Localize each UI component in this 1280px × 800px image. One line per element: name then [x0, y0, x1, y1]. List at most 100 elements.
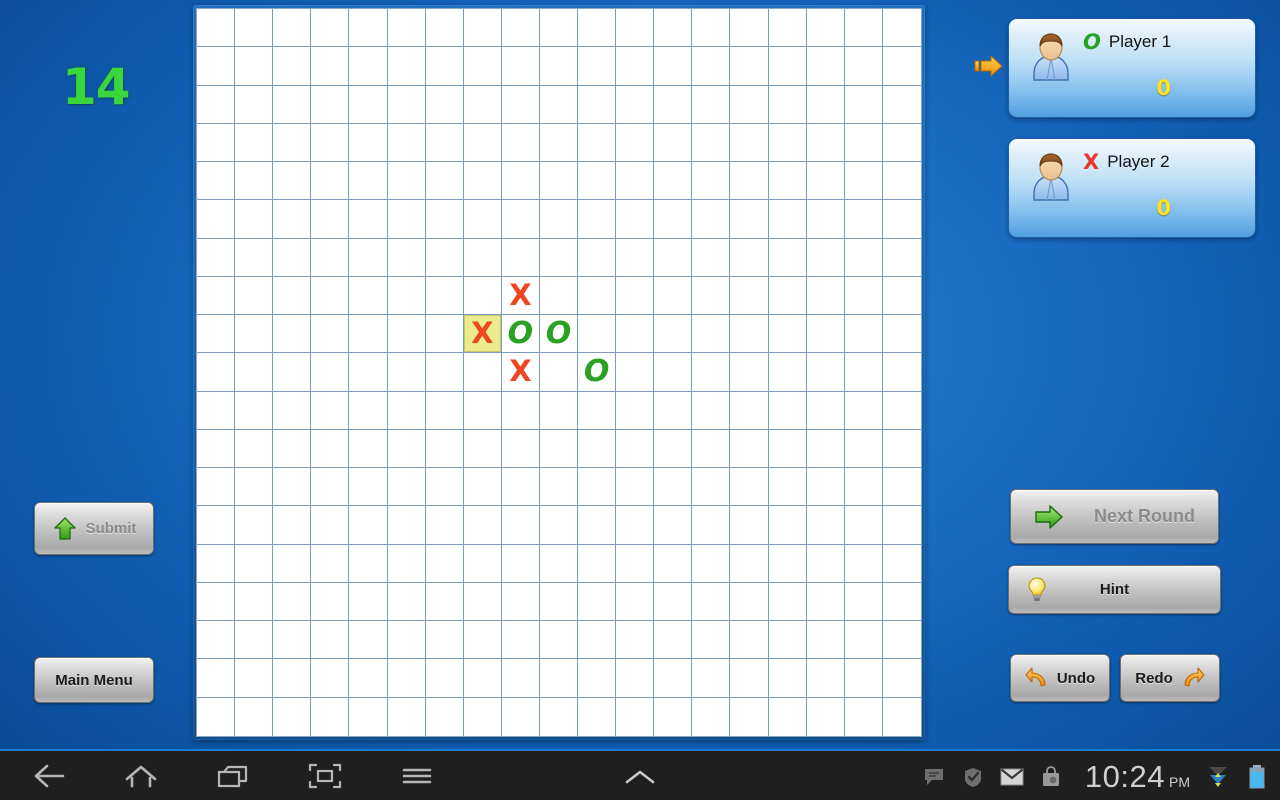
board-cell-14-17[interactable]	[844, 544, 883, 583]
board-cell-18-10[interactable]	[578, 697, 617, 736]
board-cell-1-8[interactable]	[501, 47, 540, 86]
board-cell-17-15[interactable]	[768, 659, 807, 698]
board-cell-16-11[interactable]	[616, 621, 655, 660]
board-cell-10-0[interactable]	[197, 391, 236, 430]
board-cell-11-3[interactable]	[311, 429, 350, 469]
board-cell-5-17[interactable]	[844, 200, 883, 239]
board-cell-5-11[interactable]	[616, 200, 655, 239]
board-cell-12-9[interactable]	[539, 468, 579, 507]
board-cell-13-3[interactable]	[311, 506, 350, 545]
board-cell-8-12[interactable]	[654, 315, 693, 354]
board-cell-16-16[interactable]	[806, 621, 845, 660]
board-cell-15-11[interactable]	[616, 582, 655, 622]
board-cell-0-1[interactable]	[235, 9, 274, 48]
board-cell-7-8[interactable]: X	[501, 276, 540, 316]
board-cell-4-1[interactable]	[235, 162, 274, 201]
board-cell-0-6[interactable]	[425, 9, 464, 48]
board-cell-10-2[interactable]	[273, 391, 312, 430]
board-cell-1-3[interactable]	[311, 47, 350, 86]
game-board[interactable]: XXOOXO	[196, 8, 922, 737]
board-cell-9-18[interactable]	[882, 353, 921, 392]
board-cell-8-3[interactable]	[311, 315, 350, 354]
board-cell-18-7[interactable]	[464, 697, 502, 736]
board-cell-14-4[interactable]	[349, 544, 388, 583]
board-cell-4-8[interactable]	[501, 162, 540, 201]
board-cell-16-6[interactable]	[425, 621, 464, 660]
board-cell-0-11[interactable]	[616, 9, 655, 48]
board-cell-13-15[interactable]	[768, 506, 807, 545]
board-cell-12-12[interactable]	[654, 468, 693, 507]
board-cell-4-4[interactable]	[349, 162, 388, 201]
board-cell-11-6[interactable]	[425, 429, 464, 469]
board-cell-14-18[interactable]	[882, 545, 921, 583]
board-cell-7-0[interactable]	[197, 276, 236, 316]
board-cell-3-14[interactable]	[730, 123, 769, 163]
board-cell-15-9[interactable]	[539, 582, 579, 622]
board-cell-9-16[interactable]	[806, 353, 845, 392]
board-cell-0-4[interactable]	[349, 9, 388, 48]
board-cell-12-17[interactable]	[844, 468, 883, 507]
board-cell-4-5[interactable]	[387, 162, 426, 201]
board-cell-16-9[interactable]	[539, 621, 579, 660]
board-cell-10-11[interactable]	[616, 391, 655, 430]
board-cell-12-16[interactable]	[806, 468, 845, 507]
board-cell-10-10[interactable]	[578, 391, 617, 430]
board-cell-12-5[interactable]	[387, 468, 426, 507]
board-cell-3-9[interactable]	[539, 123, 579, 163]
board-cell-9-8[interactable]: X	[501, 353, 540, 392]
board-cell-2-10[interactable]	[578, 85, 617, 124]
board-cell-7-10[interactable]	[578, 276, 617, 316]
board-cell-2-15[interactable]	[768, 85, 807, 124]
board-cell-15-4[interactable]	[349, 582, 388, 622]
board-cell-17-9[interactable]	[539, 659, 579, 698]
board-cell-9-6[interactable]	[425, 353, 464, 392]
hint-button[interactable]: Hint	[1008, 565, 1221, 614]
board-cell-6-14[interactable]	[730, 238, 769, 277]
board-cell-0-17[interactable]	[844, 9, 883, 48]
board-cell-0-9[interactable]	[539, 9, 579, 48]
board-cell-11-1[interactable]	[235, 429, 274, 469]
board-cell-6-16[interactable]	[806, 238, 845, 277]
board-cell-11-7[interactable]	[463, 429, 502, 469]
board-cell-0-2[interactable]	[273, 9, 312, 48]
board-cell-7-13[interactable]	[692, 276, 731, 316]
board-cell-5-16[interactable]	[806, 200, 845, 239]
board-cell-8-9[interactable]: O	[539, 315, 579, 354]
board-cell-9-11[interactable]	[616, 353, 655, 392]
board-cell-14-12[interactable]	[654, 544, 693, 583]
board-cell-18-1[interactable]	[235, 697, 274, 736]
board-cell-7-6[interactable]	[425, 276, 464, 316]
board-cell-14-3[interactable]	[311, 544, 350, 583]
board-cell-6-17[interactable]	[844, 238, 883, 277]
board-cell-8-1[interactable]	[235, 315, 274, 354]
board-cell-17-17[interactable]	[844, 659, 883, 698]
board-cell-14-2[interactable]	[273, 544, 312, 583]
board-cell-3-0[interactable]	[197, 123, 236, 163]
board-cell-0-16[interactable]	[806, 9, 845, 48]
board-cell-14-11[interactable]	[616, 544, 655, 583]
board-cell-0-14[interactable]	[730, 9, 769, 48]
board-cell-11-16[interactable]	[806, 429, 845, 469]
board-cell-11-10[interactable]	[578, 429, 617, 469]
board-cell-1-7[interactable]	[463, 47, 502, 86]
board-cell-11-15[interactable]	[768, 429, 807, 469]
board-cell-11-17[interactable]	[844, 429, 883, 469]
board-cell-4-7[interactable]	[463, 162, 502, 201]
board-cell-1-17[interactable]	[844, 47, 883, 86]
board-cell-3-2[interactable]	[273, 123, 312, 163]
board-cell-3-11[interactable]	[616, 123, 655, 163]
board-cell-1-10[interactable]	[578, 47, 617, 86]
board-cell-11-11[interactable]	[616, 429, 655, 469]
board-cell-2-16[interactable]	[806, 85, 845, 124]
board-cell-3-1[interactable]	[235, 123, 274, 163]
board-cell-0-18[interactable]	[882, 9, 921, 48]
board-cell-17-11[interactable]	[616, 659, 655, 698]
board-cell-15-0[interactable]	[197, 582, 236, 622]
board-cell-0-7[interactable]	[463, 9, 502, 48]
board-cell-16-12[interactable]	[654, 621, 693, 660]
board-cell-3-7[interactable]	[463, 123, 502, 163]
board-cell-2-12[interactable]	[654, 85, 693, 124]
board-cell-2-1[interactable]	[235, 85, 274, 124]
board-cell-6-2[interactable]	[273, 238, 312, 277]
board-cell-16-7[interactable]	[463, 621, 502, 660]
